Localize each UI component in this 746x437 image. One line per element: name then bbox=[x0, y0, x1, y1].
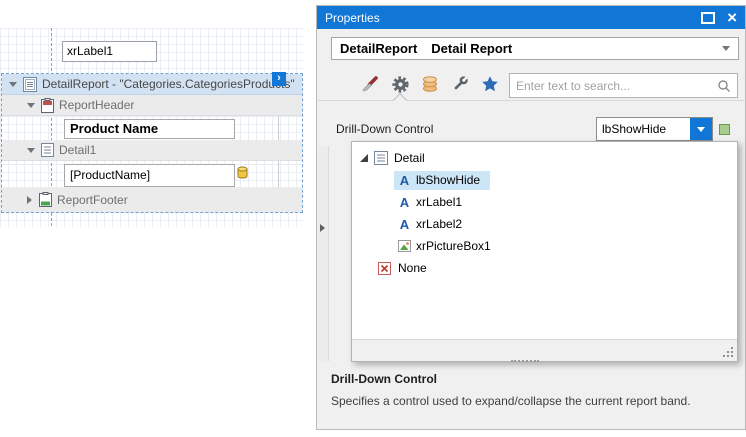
drilldown-control-combobox[interactable]: lbShowHide bbox=[596, 117, 713, 141]
band-header-detail-report[interactable]: DetailReport - "Categories.CategoriesPro… bbox=[2, 74, 302, 95]
tab-behavior-wrench-icon[interactable] bbox=[450, 74, 470, 94]
tree-node-label: Detail bbox=[394, 151, 425, 165]
tree-node-xrlabel1[interactable]: A xrLabel1 bbox=[352, 191, 737, 213]
popup-footer bbox=[352, 339, 737, 361]
chevron-down-icon bbox=[697, 127, 705, 132]
detail-report-band-group[interactable]: DetailReport - "Categories.CategoriesPro… bbox=[1, 73, 303, 213]
detail-band-icon bbox=[41, 143, 54, 157]
resize-grip[interactable] bbox=[731, 355, 733, 357]
chevron-down-icon[interactable] bbox=[9, 82, 17, 87]
expander-icon[interactable] bbox=[360, 154, 368, 162]
tree-node-xrlabel2[interactable]: A xrLabel2 bbox=[352, 213, 737, 235]
popup-drag-handle[interactable] bbox=[511, 360, 539, 362]
selected-item-highlight: A lbShowHide bbox=[394, 171, 490, 190]
properties-panel: Properties × DetailReport Detail Report bbox=[316, 5, 746, 430]
band-title: Detail1 bbox=[59, 143, 96, 157]
search-input[interactable] bbox=[510, 79, 717, 93]
search-icon[interactable] bbox=[717, 79, 731, 93]
band-header-detail1[interactable]: Detail1 bbox=[2, 140, 302, 161]
property-description-text: Specifies a control used to expand/colla… bbox=[331, 394, 691, 408]
label-control-xrlabel1[interactable]: xrLabel1 bbox=[62, 41, 157, 62]
header-label-cell[interactable]: Product Name bbox=[64, 119, 235, 139]
report-designer-screen: xrLabel1 DetailReport - "Categories.Cate… bbox=[0, 0, 746, 437]
toolbar-separator bbox=[318, 100, 744, 101]
tab-properties-gear-icon[interactable] bbox=[390, 74, 410, 94]
productname-field-cell[interactable]: [ProductName] bbox=[64, 164, 235, 187]
detail-band-icon bbox=[374, 151, 388, 165]
object-selector-combobox[interactable]: DetailReport Detail Report bbox=[331, 37, 739, 60]
report-footer-band-icon bbox=[39, 192, 52, 207]
tree-node-none[interactable]: None bbox=[352, 257, 737, 279]
tree-node-xrpicturebox1[interactable]: xrPictureBox1 bbox=[352, 235, 737, 257]
close-icon[interactable]: × bbox=[727, 11, 737, 25]
band-header-report-footer[interactable]: ReportFooter bbox=[2, 187, 302, 212]
none-icon bbox=[378, 262, 391, 275]
drilldown-dropdown-popup: Detail A lbShowHide A xrLabel1 A xrLabel… bbox=[351, 141, 738, 362]
maximize-icon[interactable] bbox=[701, 12, 715, 24]
band-title: ReportHeader bbox=[59, 98, 134, 112]
active-tab-notch bbox=[393, 93, 407, 107]
column-guide bbox=[278, 116, 279, 140]
chevron-right-icon[interactable] bbox=[320, 224, 325, 232]
object-type: Detail Report bbox=[431, 41, 512, 56]
object-name: DetailReport bbox=[340, 41, 417, 56]
search-box[interactable] bbox=[509, 73, 738, 98]
column-guide bbox=[278, 161, 279, 187]
properties-titlebar[interactable]: Properties × bbox=[317, 6, 745, 29]
data-binding-icon bbox=[237, 166, 248, 179]
property-grid-edge bbox=[318, 146, 329, 361]
tree-node-detail[interactable]: Detail bbox=[352, 147, 737, 169]
combobox-dropdown-button[interactable] bbox=[690, 118, 712, 140]
band-title: ReportFooter bbox=[57, 193, 128, 207]
tab-appearance-brush-icon[interactable] bbox=[360, 74, 380, 94]
picture-box-icon bbox=[398, 240, 411, 252]
chevron-down-icon[interactable] bbox=[27, 148, 35, 153]
label-control-icon: A bbox=[398, 217, 411, 232]
band-title: DetailReport - "Categories.CategoriesPro… bbox=[42, 77, 295, 91]
panel-title: Properties bbox=[325, 11, 380, 25]
tree-node-label: xrPictureBox1 bbox=[416, 239, 491, 253]
chevron-right-icon[interactable] bbox=[27, 196, 32, 204]
label-control-icon: A bbox=[398, 195, 411, 210]
tree-node-label: lbShowHide bbox=[416, 173, 480, 187]
chevron-down-icon bbox=[722, 46, 730, 51]
chevron-down-icon[interactable] bbox=[27, 103, 35, 108]
label-control-icon: A bbox=[398, 173, 411, 188]
tree-node-label: None bbox=[398, 261, 427, 275]
property-description-title: Drill-Down Control bbox=[331, 372, 437, 386]
tree-node-lbshowhide[interactable]: A lbShowHide bbox=[352, 169, 737, 191]
property-modified-marker[interactable] bbox=[719, 124, 730, 135]
band-icon bbox=[23, 77, 37, 92]
tab-data-database-icon[interactable] bbox=[420, 74, 440, 94]
report-header-band-icon bbox=[41, 98, 54, 113]
band-header-report-header[interactable]: ReportHeader bbox=[2, 95, 302, 116]
combobox-value: lbShowHide bbox=[602, 118, 666, 140]
property-name-label: Drill-Down Control bbox=[336, 122, 433, 136]
tab-favorites-star-icon[interactable] bbox=[480, 74, 500, 94]
tree-node-label: xrLabel2 bbox=[416, 217, 462, 231]
smart-tag-button[interactable]: › bbox=[272, 72, 286, 86]
tree-node-label: xrLabel1 bbox=[416, 195, 462, 209]
